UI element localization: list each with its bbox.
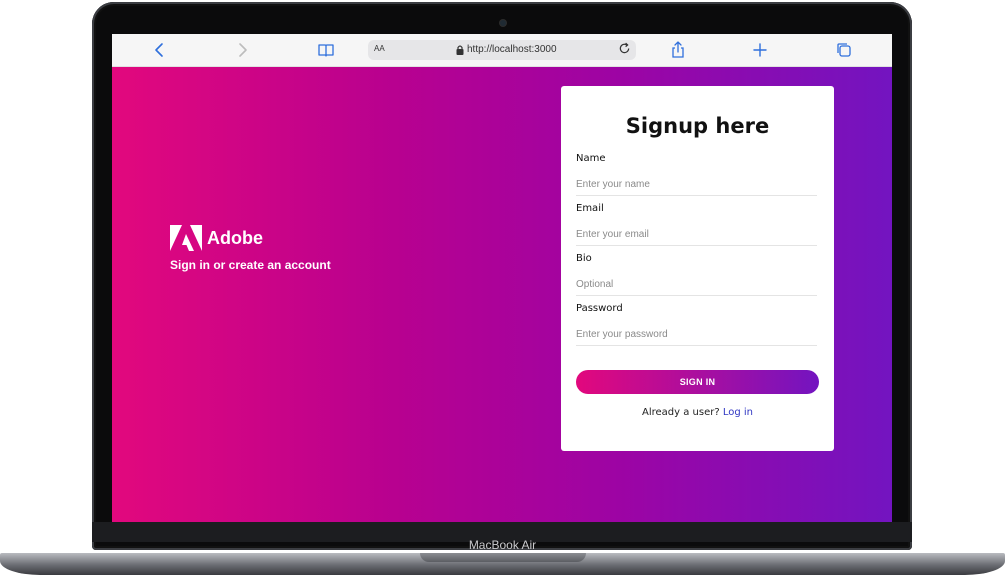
reload-icon[interactable]	[618, 42, 631, 58]
share-icon[interactable]	[668, 40, 688, 60]
adobe-logo-icon	[170, 225, 202, 251]
screen: AA http://localhost:3000 Adobe Sign in o…	[112, 34, 892, 522]
text-size-button[interactable]: AA	[374, 44, 385, 53]
address-bar[interactable]: AA http://localhost:3000	[368, 40, 636, 60]
device-label: MacBook Air	[468, 538, 537, 552]
chevron-right-icon[interactable]	[232, 40, 252, 60]
chevron-left-icon[interactable]	[150, 40, 170, 60]
password-field[interactable]	[576, 323, 817, 346]
email-field[interactable]	[576, 223, 817, 246]
sign-in-button[interactable]: SIGN IN	[576, 370, 819, 394]
url-text: http://localhost:3000	[467, 44, 557, 55]
login-link[interactable]: Log in	[723, 407, 753, 418]
browser-toolbar: AA http://localhost:3000	[112, 34, 892, 67]
name-label: Name	[576, 153, 606, 164]
login-prompt-row: Already a user? Log in	[561, 407, 834, 418]
brand-name: Adobe	[207, 228, 263, 248]
camera	[500, 20, 506, 26]
email-label: Email	[576, 203, 604, 214]
signup-card: Signup here Name Email Bio Password SIGN…	[561, 86, 834, 451]
bio-field[interactable]	[576, 273, 817, 296]
page-title: Signup here	[625, 114, 770, 138]
tabs-icon[interactable]	[834, 40, 854, 60]
login-prompt: Already a user?	[641, 407, 720, 418]
laptop-notch	[420, 553, 586, 562]
name-field[interactable]	[576, 173, 817, 196]
password-label: Password	[576, 303, 623, 314]
plus-icon[interactable]	[750, 40, 770, 60]
brand-tagline: Sign in or create an account	[170, 258, 331, 272]
signup-page: Adobe Sign in or create an account Signu…	[112, 67, 892, 522]
lock-icon	[456, 45, 464, 55]
bio-label: Bio	[576, 253, 592, 264]
book-icon[interactable]	[316, 40, 336, 60]
